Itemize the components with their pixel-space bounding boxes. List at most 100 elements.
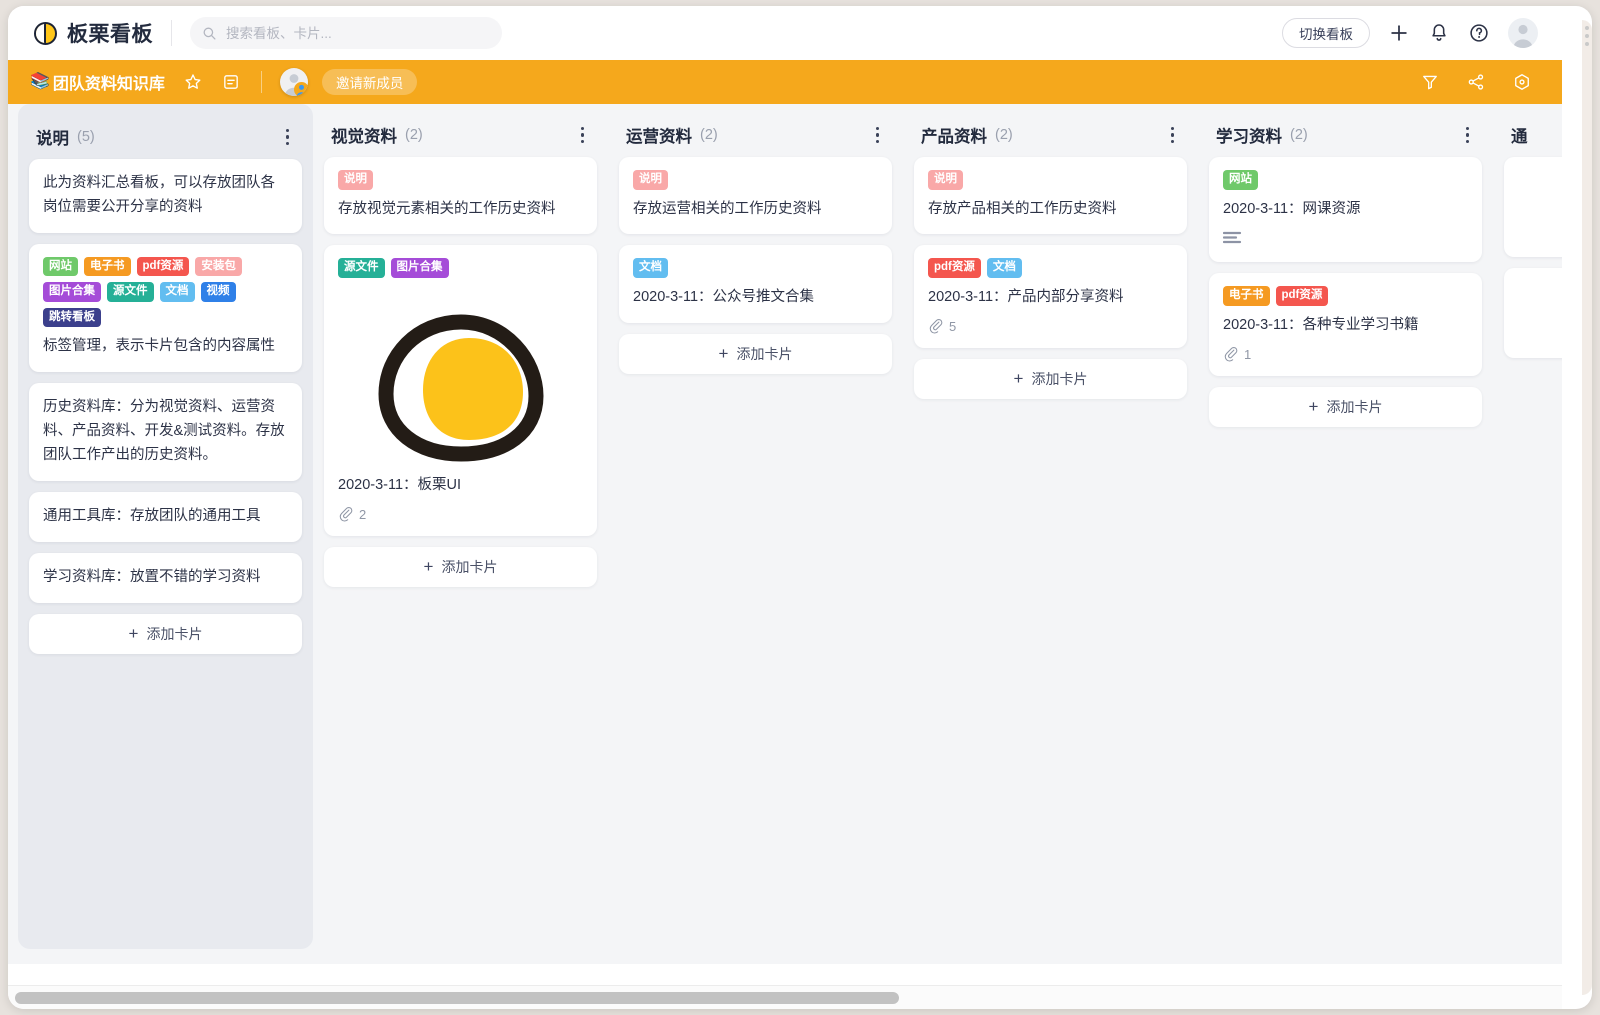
column-menu-icon[interactable] [280, 124, 296, 151]
add-card-label: 添加卡片 [736, 345, 793, 362]
card-tag[interactable]: 源文件 [107, 282, 154, 302]
attachment-count: 5 [949, 319, 957, 335]
add-card-button[interactable]: + 添加卡片 [914, 358, 1187, 399]
card-tag[interactable]: 图片合集 [43, 282, 101, 302]
add-card-button[interactable]: + 添加卡片 [29, 613, 302, 654]
member-avatar-icon[interactable] [279, 68, 308, 96]
card-tag[interactable]: 网站 [1223, 170, 1258, 190]
add-card-button[interactable]: + 添加卡片 [324, 546, 597, 587]
card-tag[interactable]: 说明 [633, 170, 668, 190]
board-card[interactable]: 通用工具库：存放团队的通用工具 [29, 492, 302, 542]
plus-icon: + [718, 344, 729, 364]
board-column: 通 [1493, 104, 1562, 964]
share-icon[interactable] [1466, 72, 1486, 92]
card-tag-list: 文档 [633, 258, 878, 278]
card-tag[interactable]: 文档 [159, 282, 195, 302]
board-column: 学习资料 (2) 网站 2020-3-11：网课资源 电子书 pdf资源 2020-3-11… [1198, 104, 1493, 964]
description-icon[interactable] [221, 72, 241, 92]
card-tag[interactable]: 电子书 [1223, 286, 1270, 306]
card-tag[interactable]: pdf资源 [928, 258, 981, 278]
card-tag-list: 网站 电子书 pdf资源 安装包图片合集 源文件 文档 视频跳转看板 [43, 256, 288, 328]
column-card-count: (2) [700, 127, 718, 143]
board-card[interactable]: 网站 2020-3-11：网课资源 [1209, 157, 1482, 263]
card-tag[interactable]: pdf资源 [1275, 286, 1329, 306]
board-card[interactable]: 源文件 图片合集 2020-3-11：板栗UI 2 [324, 245, 597, 536]
board-card[interactable]: 说明 存放视觉元素相关的工作历史资料 [324, 157, 597, 235]
column-title[interactable]: 学习资料 [1216, 123, 1282, 147]
switch-board-button[interactable]: 切换看板 [1282, 18, 1370, 48]
card-tag[interactable]: 文档 [986, 258, 1022, 278]
paperclip-icon [929, 318, 943, 334]
board-card[interactable]: 说明 存放产品相关的工作历史资料 [914, 157, 1187, 235]
invite-member-button[interactable]: 邀请新成员 [321, 69, 418, 95]
plus-icon[interactable] [1388, 22, 1410, 44]
filter-icon[interactable] [1420, 72, 1440, 92]
attachment-count: 2 [359, 507, 367, 523]
column-title[interactable]: 说明 [36, 125, 69, 149]
column-card-count: (2) [1290, 127, 1308, 143]
card-tag[interactable]: 网站 [43, 256, 78, 277]
horizontal-scrollbar-track[interactable] [8, 985, 1562, 1009]
column-menu-icon[interactable] [870, 122, 886, 149]
board-card[interactable]: 历史资料库：分为视觉资料、运营资料、产品资料、开发&测试资料。存放团队工作产出的… [29, 383, 302, 482]
hexagon-settings-icon[interactable] [1512, 72, 1532, 92]
bell-icon[interactable] [1428, 22, 1450, 44]
column-header: 学习资料 (2) [1209, 113, 1482, 157]
add-card-button[interactable]: + 添加卡片 [1209, 386, 1482, 427]
card-title: 历史资料库：分为视觉资料、运营资料、产品资料、开发&测试资料。存放团队工作产出的… [43, 399, 285, 464]
board-card[interactable]: 电子书 pdf资源 2020-3-11：各种专业学习书籍 1 [1209, 273, 1482, 376]
column-menu-icon[interactable] [575, 122, 591, 149]
card-tag[interactable]: 安装包 [195, 256, 242, 277]
column-title[interactable]: 产品资料 [921, 123, 987, 147]
add-member-badge-icon [293, 82, 308, 96]
card-tag[interactable]: 视频 [200, 282, 236, 302]
card-tag[interactable]: 说明 [338, 170, 373, 190]
column-header: 产品资料 (2) [914, 113, 1187, 157]
column-menu-icon[interactable] [1460, 122, 1476, 149]
board-title[interactable]: 团队资料知识库 [53, 70, 165, 94]
question-circle-icon[interactable] [1468, 22, 1490, 44]
star-icon[interactable] [183, 72, 203, 92]
board-column: 运营资料 (2) 说明存放运营相关的工作历史资料文档 2020-3-11：公众号推文合… [608, 104, 903, 964]
card-title: 存放运营相关的工作历史资料 [633, 200, 822, 217]
search-box[interactable] [190, 17, 502, 49]
vertical-scroll-indicator[interactable] [1585, 26, 1589, 46]
app-logo[interactable]: 板栗看板 [34, 18, 153, 48]
card-tag[interactable]: pdf资源 [136, 256, 190, 277]
search-input[interactable] [226, 25, 476, 41]
board-card[interactable]: 说明存放运营相关的工作历史资料 [619, 157, 892, 235]
card-tag[interactable]: 文档 [633, 258, 668, 278]
card-attachment-info: 5 [928, 318, 1173, 335]
column-card-count: (2) [995, 127, 1013, 143]
card-tag[interactable]: 说明 [928, 170, 963, 190]
card-tag-list: 网站 [1223, 170, 1468, 190]
card-title: 2020-3-11：板栗UI [338, 476, 462, 493]
column-header: 通 [1504, 113, 1562, 157]
board-card[interactable]: 学习资料库：放置不错的学习资料 [29, 553, 302, 603]
column-menu-icon[interactable] [1165, 122, 1181, 149]
column-title[interactable]: 运营资料 [626, 123, 692, 147]
column-title[interactable]: 通 [1511, 123, 1528, 147]
horizontal-scrollbar-thumb[interactable] [15, 992, 899, 1004]
board-card[interactable] [1504, 268, 1562, 358]
board-card[interactable]: 网站 电子书 pdf资源 安装包图片合集 源文件 文档 视频跳转看板标签管理，表示卡片包含的… [29, 243, 302, 373]
card-tag[interactable]: 源文件 [338, 258, 385, 278]
add-card-label: 添加卡片 [441, 558, 498, 575]
card-attachment-info: 1 [1223, 346, 1468, 363]
column-title[interactable]: 视觉资料 [331, 123, 397, 147]
plus-icon: + [1308, 397, 1319, 417]
user-avatar-icon[interactable] [1508, 18, 1538, 48]
board-card[interactable]: 文档 2020-3-11：公众号推文合集 [619, 245, 892, 323]
board-card[interactable] [1504, 157, 1562, 257]
board-card[interactable]: 此为资料汇总看板，可以存放团队各岗位需要公开分享的资料 [29, 159, 302, 233]
board-canvas[interactable]: 说明 (5) 此为资料汇总看板，可以存放团队各岗位需要公开分享的资料 网站 电子书 pdf… [8, 104, 1562, 964]
card-tag[interactable]: 图片合集 [390, 258, 449, 278]
card-title: 标签管理，表示卡片包含的内容属性 [43, 338, 275, 355]
add-card-button[interactable]: + 添加卡片 [619, 333, 892, 374]
card-title: 2020-3-11：产品内部分享资料 [928, 288, 1124, 305]
card-tag[interactable]: 电子书 [84, 256, 131, 277]
board-card[interactable]: pdf资源 文档 2020-3-11：产品内部分享资料 5 [914, 245, 1187, 348]
card-tag-list: 源文件 图片合集 [338, 258, 583, 278]
card-tag[interactable]: 跳转看板 [43, 307, 101, 328]
add-card-label: 添加卡片 [1031, 370, 1088, 387]
